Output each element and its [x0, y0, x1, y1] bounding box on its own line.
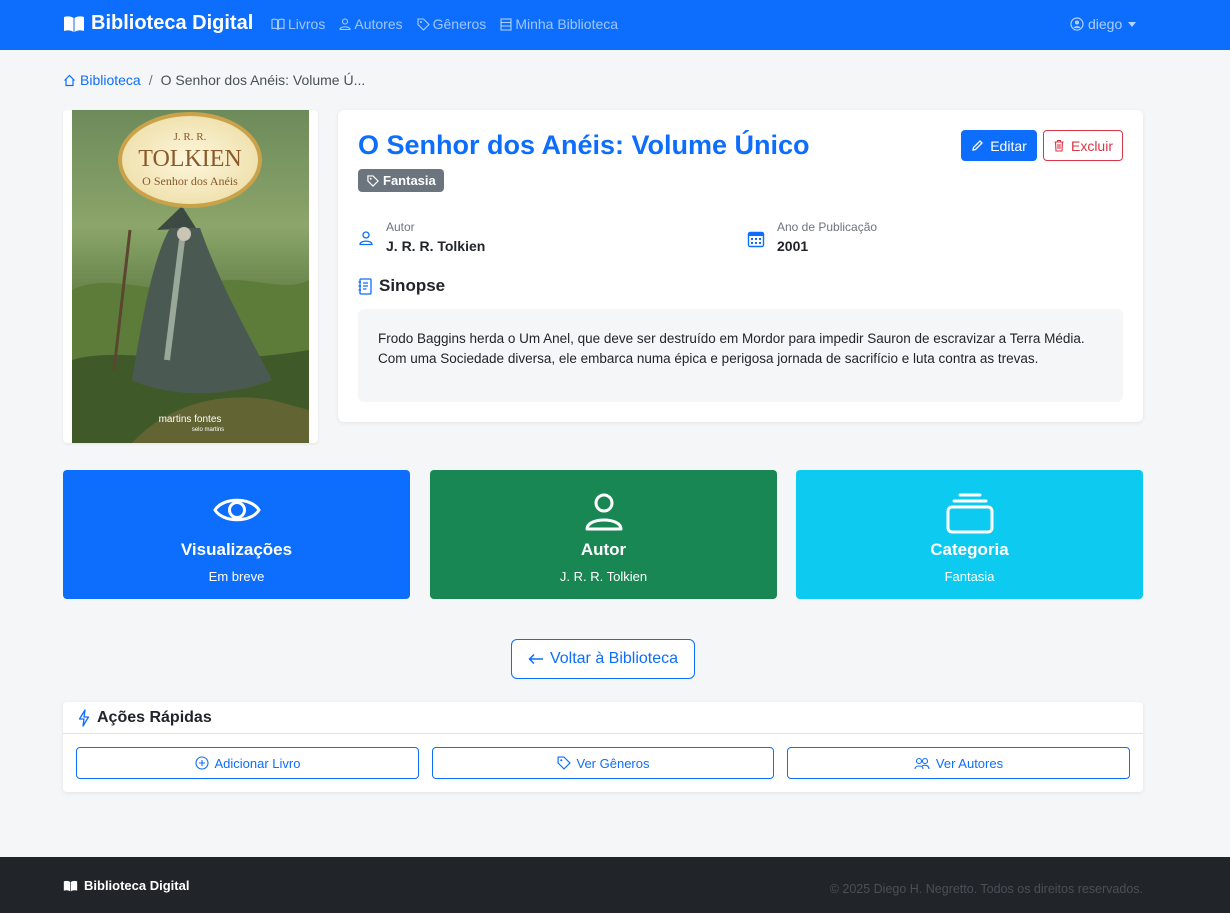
synopsis-text: Frodo Baggins herda o Um Anel, que deve … [358, 309, 1123, 402]
breadcrumb-current: O Senhor dos Anéis: Volume Ú... [160, 72, 366, 88]
view-genres-label: Ver Gêneros [576, 755, 650, 771]
nav-link-label: Gêneros [432, 16, 487, 32]
user-name: diego [1088, 16, 1123, 32]
author-info: Autor J. R. R. Tolkien [358, 220, 485, 254]
plus-circle-icon [194, 756, 209, 770]
cover-author-surname: TOLKIEN [138, 146, 242, 172]
collection-icon [946, 493, 993, 534]
nav-link-autores[interactable]: Autores [339, 16, 403, 32]
tag-icon [417, 17, 430, 31]
nav-link-label: Autores [354, 16, 403, 32]
delete-button-label: Excluir [1070, 137, 1113, 154]
footer-brand: Biblioteca Digital [63, 878, 189, 893]
nav-link-livros[interactable]: Livros [271, 16, 325, 32]
cover-publisher: martins fontes [159, 414, 222, 425]
delete-button[interactable]: Excluir [1043, 130, 1123, 161]
quick-actions-card: Ações Rápidas Adicionar Livro Ver Gênero… [63, 702, 1143, 792]
nav-link-minha-biblioteca[interactable]: Minha Biblioteca [500, 16, 618, 32]
stat-card-category: Categoria Fantasia [796, 470, 1143, 599]
book-open-icon [63, 880, 78, 891]
author-label: Autor [386, 220, 415, 234]
footer: Biblioteca Digital © 2025 Diego H. Negre… [0, 857, 1230, 913]
book-open-icon [64, 15, 84, 32]
author-value: J. R. R. Tolkien [386, 238, 486, 254]
book-icon [271, 18, 285, 30]
year-info: Ano de Publicação 2001 [747, 220, 877, 254]
nav-link-label: Livros [288, 16, 326, 32]
user-dropdown[interactable]: diego [1070, 16, 1137, 32]
stat-title: Autor [580, 540, 627, 559]
stat-subtitle: Em breve [208, 569, 265, 584]
lightning-icon [78, 708, 90, 727]
edit-button-label: Editar [990, 137, 1027, 154]
back-button-label: Voltar à Biblioteca [549, 650, 679, 667]
year-value: 2001 [777, 238, 809, 254]
person-icon [359, 231, 373, 246]
pencil-icon [972, 140, 984, 151]
people-icon [914, 757, 930, 769]
cover-author-text: J. R. R. [174, 131, 207, 143]
tag-icon [367, 174, 379, 187]
stat-subtitle: Fantasia [944, 569, 995, 584]
breadcrumb-separator: / [148, 72, 153, 88]
navbar: Biblioteca Digital Livros Autores Gênero… [0, 0, 1230, 50]
eye-icon [212, 498, 261, 522]
journal-text-icon [358, 277, 372, 295]
genre-badge-label: Fantasia [383, 173, 436, 188]
genre-badge: Fantasia [358, 169, 444, 192]
footer-copyright: © 2025 Diego H. Negretto. Todos os direi… [829, 882, 1143, 896]
breadcrumb-home-label: Biblioteca [80, 72, 141, 88]
calendar-icon [747, 231, 765, 248]
synopsis-heading: Sinopse [358, 276, 445, 296]
nav-links: Livros Autores Gêneros Minha Biblioteca [271, 16, 632, 32]
bookshelf-icon [500, 17, 512, 31]
nav-link-label: Minha Biblioteca [515, 16, 619, 32]
person-icon [585, 493, 622, 531]
quick-actions-heading-label: Ações Rápidas [97, 708, 212, 726]
house-icon [64, 74, 75, 86]
chevron-down-icon [1128, 21, 1137, 27]
year-label: Ano de Publicação [777, 220, 878, 234]
nav-link-generos[interactable]: Gêneros [417, 16, 487, 32]
synopsis-heading-label: Sinopse [379, 276, 446, 295]
footer-brand-label: Biblioteca Digital [84, 878, 190, 893]
tag-icon [556, 756, 571, 770]
view-authors-label: Ver Autores [935, 755, 1004, 771]
cover-title-text: O Senhor dos Anéis [142, 174, 238, 188]
view-authors-button[interactable]: Ver Autores [787, 747, 1130, 779]
stat-card-author: Autor J. R. R. Tolkien [430, 470, 777, 599]
stat-title: Visualizações [180, 540, 293, 559]
book-cover-card: J. R. R. TOLKIEN O Senhor dos Anéis mart… [63, 110, 318, 443]
quick-actions-heading: Ações Rápidas [63, 702, 1143, 734]
person-icon [339, 18, 351, 30]
cover-imprint: selo martins [192, 427, 224, 433]
navbar-brand[interactable]: Biblioteca Digital [63, 12, 253, 35]
stat-subtitle: J. R. R. Tolkien [559, 569, 648, 584]
back-to-library-button[interactable]: Voltar à Biblioteca [511, 639, 695, 679]
add-book-button[interactable]: Adicionar Livro [76, 747, 419, 779]
edit-button[interactable]: Editar [961, 130, 1037, 161]
breadcrumb-home[interactable]: Biblioteca [63, 72, 141, 88]
arrow-left-icon [528, 653, 543, 665]
user-circle-icon [1070, 17, 1084, 31]
book-title: O Senhor dos Anéis: Volume Único [358, 130, 810, 160]
navbar-brand-label: Biblioteca Digital [91, 12, 254, 34]
view-genres-button[interactable]: Ver Gêneros [432, 747, 774, 779]
add-book-label: Adicionar Livro [214, 755, 301, 771]
book-detail-card: O Senhor dos Anéis: Volume Único Fantasi… [338, 110, 1143, 422]
trash-icon [1054, 139, 1064, 152]
stat-card-views: Visualizações Em breve [63, 470, 410, 599]
book-cover-image: J. R. R. TOLKIEN O Senhor dos Anéis mart… [72, 110, 309, 443]
stat-title: Categoria [930, 540, 1009, 559]
breadcrumb: Biblioteca / O Senhor dos Anéis: Volume … [63, 72, 365, 88]
